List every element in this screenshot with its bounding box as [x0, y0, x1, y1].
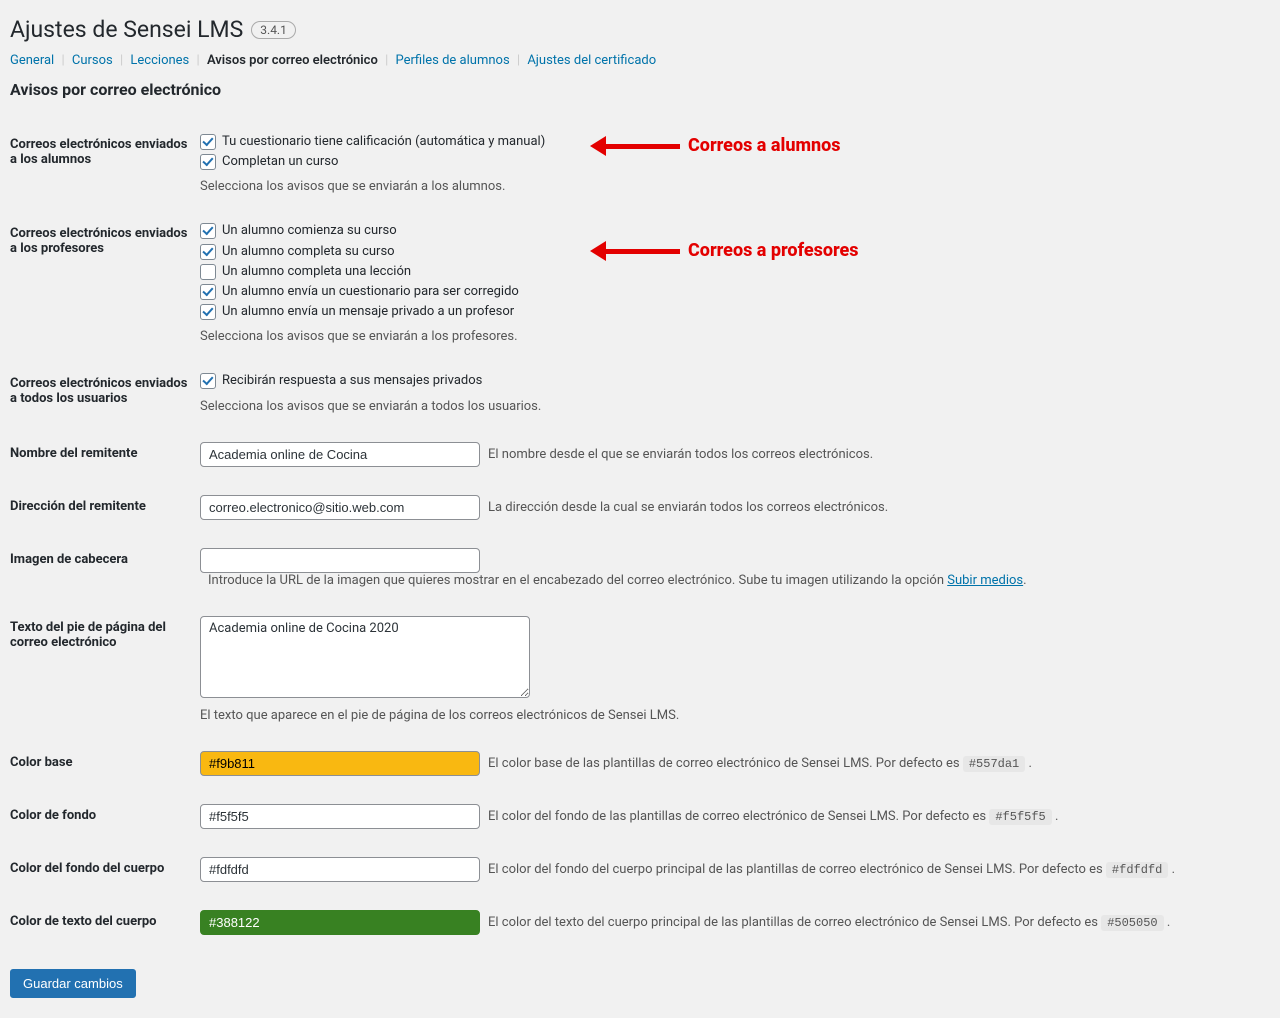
field-help: Introduce la URL de la imagen que quiere…	[208, 573, 1027, 588]
checkbox-label: Recibirán respuesta a sus mensajes priva…	[222, 372, 482, 390]
field-help: El color del texto del cuerpo principal …	[488, 915, 1170, 930]
row-label-sender-address: Dirección del remitente	[10, 481, 200, 534]
row-label-bg-color: Color de fondo	[10, 790, 200, 843]
field-description: Selecciona los avisos que se enviarán a …	[200, 399, 1260, 414]
title-text: Ajustes de Sensei LMS	[10, 16, 243, 43]
field-description: Selecciona los avisos que se enviarán a …	[200, 179, 1260, 194]
save-button[interactable]: Guardar cambios	[10, 969, 136, 998]
header-image-input[interactable]	[200, 548, 480, 573]
bg-color-input[interactable]	[200, 804, 480, 829]
checkbox-learner-private-msg[interactable]	[200, 304, 216, 320]
tab-general[interactable]: General	[10, 53, 54, 68]
checkbox-label: Un alumno completa su curso	[222, 243, 395, 261]
footer-text-input[interactable]	[200, 616, 530, 698]
section-heading: Avisos por correo electrónico	[10, 80, 1270, 99]
tab-email-notices[interactable]: Avisos por correo electrónico	[207, 53, 378, 68]
field-help: La dirección desde la cual se enviarán t…	[488, 500, 888, 515]
checkbox-label: Un alumno envía un mensaje privado a un …	[222, 303, 514, 321]
checkbox-label: Un alumno completa una lección	[222, 263, 411, 281]
checkbox-learner-starts[interactable]	[200, 223, 216, 239]
row-label-base-color: Color base	[10, 737, 200, 790]
checkbox-learner-completes-lesson[interactable]	[200, 264, 216, 280]
checkbox-label: Un alumno comienza su curso	[222, 222, 397, 240]
row-label-footer-text: Texto del pie de página del correo elect…	[10, 602, 200, 737]
tab-lessons[interactable]: Lecciones	[130, 53, 189, 68]
row-label-header-image: Imagen de cabecera	[10, 534, 200, 602]
sender-address-input[interactable]	[200, 495, 480, 520]
tab-courses[interactable]: Cursos	[72, 53, 113, 68]
row-label-emails-teachers: Correos electrónicos enviados a los prof…	[10, 208, 200, 358]
default-color-code: #505050	[1101, 915, 1163, 931]
tab-certificate-settings[interactable]: Ajustes del certificado	[527, 53, 656, 68]
field-help: El color base de las plantillas de corre…	[488, 756, 1032, 771]
row-label-sender-name: Nombre del remitente	[10, 428, 200, 481]
base-color-input[interactable]	[200, 751, 480, 776]
settings-tabs: General | Cursos | Lecciones | Avisos po…	[10, 53, 1270, 68]
checkbox-course-complete[interactable]	[200, 154, 216, 170]
sender-name-input[interactable]	[200, 442, 480, 467]
checkbox-label: Completan un curso	[222, 153, 338, 171]
default-color-code: #f5f5f5	[989, 809, 1051, 825]
upload-media-link[interactable]: Subir medios	[947, 573, 1023, 588]
checkbox-label: Un alumno envía un cuestionario para ser…	[222, 283, 519, 301]
row-label-emails-all: Correos electrónicos enviados a todos lo…	[10, 358, 200, 427]
default-color-code: #fdfdfd	[1106, 862, 1168, 878]
page-title: Ajustes de Sensei LMS 3.4.1	[10, 16, 1270, 43]
default-color-code: #557da1	[963, 756, 1025, 772]
field-help: El color del fondo del cuerpo principal …	[488, 862, 1175, 877]
field-help: El texto que aparece en el pie de página…	[200, 708, 1260, 723]
field-help: El color del fondo de las plantillas de …	[488, 809, 1058, 824]
checkbox-learner-submits-quiz[interactable]	[200, 284, 216, 300]
body-text-color-input[interactable]	[200, 910, 480, 935]
checkbox-label: Tu cuestionario tiene calificación (auto…	[222, 133, 545, 151]
checkbox-quiz-graded[interactable]	[200, 134, 216, 150]
field-description: Selecciona los avisos que se enviarán a …	[200, 329, 1260, 344]
row-label-body-bg-color: Color del fondo del cuerpo	[10, 843, 200, 896]
row-label-emails-students: Correos electrónicos enviados a los alum…	[10, 119, 200, 208]
tab-learner-profiles[interactable]: Perfiles de alumnos	[395, 53, 509, 68]
field-help: El nombre desde el que se enviarán todos…	[488, 447, 873, 462]
body-bg-color-input[interactable]	[200, 857, 480, 882]
checkbox-reply-private[interactable]	[200, 373, 216, 389]
row-label-body-text-color: Color de texto del cuerpo	[10, 896, 200, 949]
checkbox-learner-completes-course[interactable]	[200, 244, 216, 260]
version-badge: 3.4.1	[251, 21, 296, 39]
